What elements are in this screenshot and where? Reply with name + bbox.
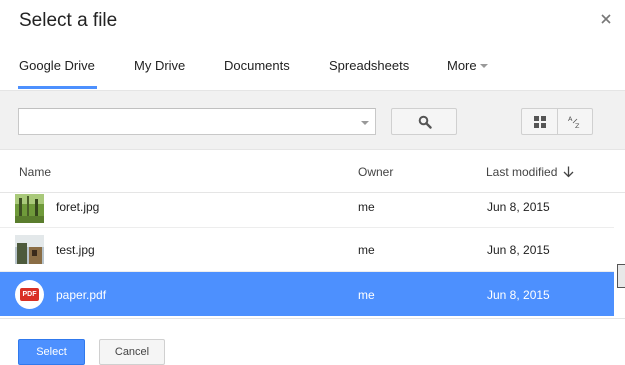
file-list: foret.jpg me Jun 8, 2015 test.jpg me Jun… <box>0 194 614 318</box>
file-picker-dialog: Select a file Google Drive My Drive Docu… <box>0 0 625 365</box>
search-button[interactable] <box>391 108 457 135</box>
scrollbar-thumb[interactable] <box>617 264 625 288</box>
close-icon[interactable] <box>599 12 613 26</box>
tab-more-label: More <box>447 58 477 73</box>
select-button[interactable]: Select <box>18 339 85 365</box>
file-owner: me <box>358 288 375 302</box>
tab-bar: Google Drive My Drive Documents Spreadsh… <box>0 48 625 90</box>
pdf-badge-label: PDF <box>20 288 39 301</box>
tab-more[interactable]: More <box>447 58 488 73</box>
file-modified: Jun 8, 2015 <box>487 288 550 302</box>
file-name: paper.pdf <box>56 288 107 302</box>
grid-view-icon <box>534 116 546 128</box>
active-tab-indicator <box>18 86 97 89</box>
column-name-header[interactable]: Name <box>19 165 51 179</box>
file-modified: Jun 8, 2015 <box>487 243 550 257</box>
tab-my-drive[interactable]: My Drive <box>134 58 185 73</box>
file-owner: me <box>358 200 375 214</box>
column-header: Name Owner Last modified <box>0 150 625 193</box>
search-dropdown-icon[interactable] <box>361 121 369 125</box>
grid-view-button[interactable] <box>521 108 558 135</box>
svg-text:A: A <box>568 115 573 123</box>
tab-google-drive[interactable]: Google Drive <box>19 58 95 73</box>
file-name: foret.jpg <box>56 200 100 214</box>
chevron-down-icon <box>479 63 488 68</box>
file-modified: Jun 8, 2015 <box>487 200 550 214</box>
table-row[interactable]: foret.jpg me Jun 8, 2015 <box>0 194 614 228</box>
file-thumbnail <box>15 194 44 223</box>
dialog-title: Select a file <box>19 10 118 31</box>
pdf-icon: PDF <box>15 280 44 309</box>
tab-documents[interactable]: Documents <box>224 58 290 73</box>
table-row-selected[interactable]: PDF paper.pdf me Jun 8, 2015 <box>0 272 614 316</box>
tab-spreadsheets[interactable]: Spreadsheets <box>329 58 409 73</box>
file-name: test.jpg <box>56 243 95 257</box>
sort-button[interactable]: A Z <box>558 108 593 135</box>
file-thumbnail <box>15 235 44 264</box>
column-last-modified-label: Last modified <box>486 165 558 179</box>
sort-az-icon: A Z <box>568 115 580 130</box>
column-owner-header[interactable]: Owner <box>358 165 393 179</box>
dialog-footer: Select Cancel <box>0 318 625 365</box>
toolbar: A Z <box>0 90 625 150</box>
table-row[interactable]: test.jpg me Jun 8, 2015 <box>0 228 614 272</box>
arrow-down-icon <box>563 166 574 178</box>
search-input[interactable] <box>18 108 376 135</box>
cancel-button[interactable]: Cancel <box>99 339 165 365</box>
file-owner: me <box>358 243 375 257</box>
column-last-modified-header[interactable]: Last modified <box>486 165 574 179</box>
svg-text:Z: Z <box>575 122 580 130</box>
search-icon <box>418 115 432 129</box>
